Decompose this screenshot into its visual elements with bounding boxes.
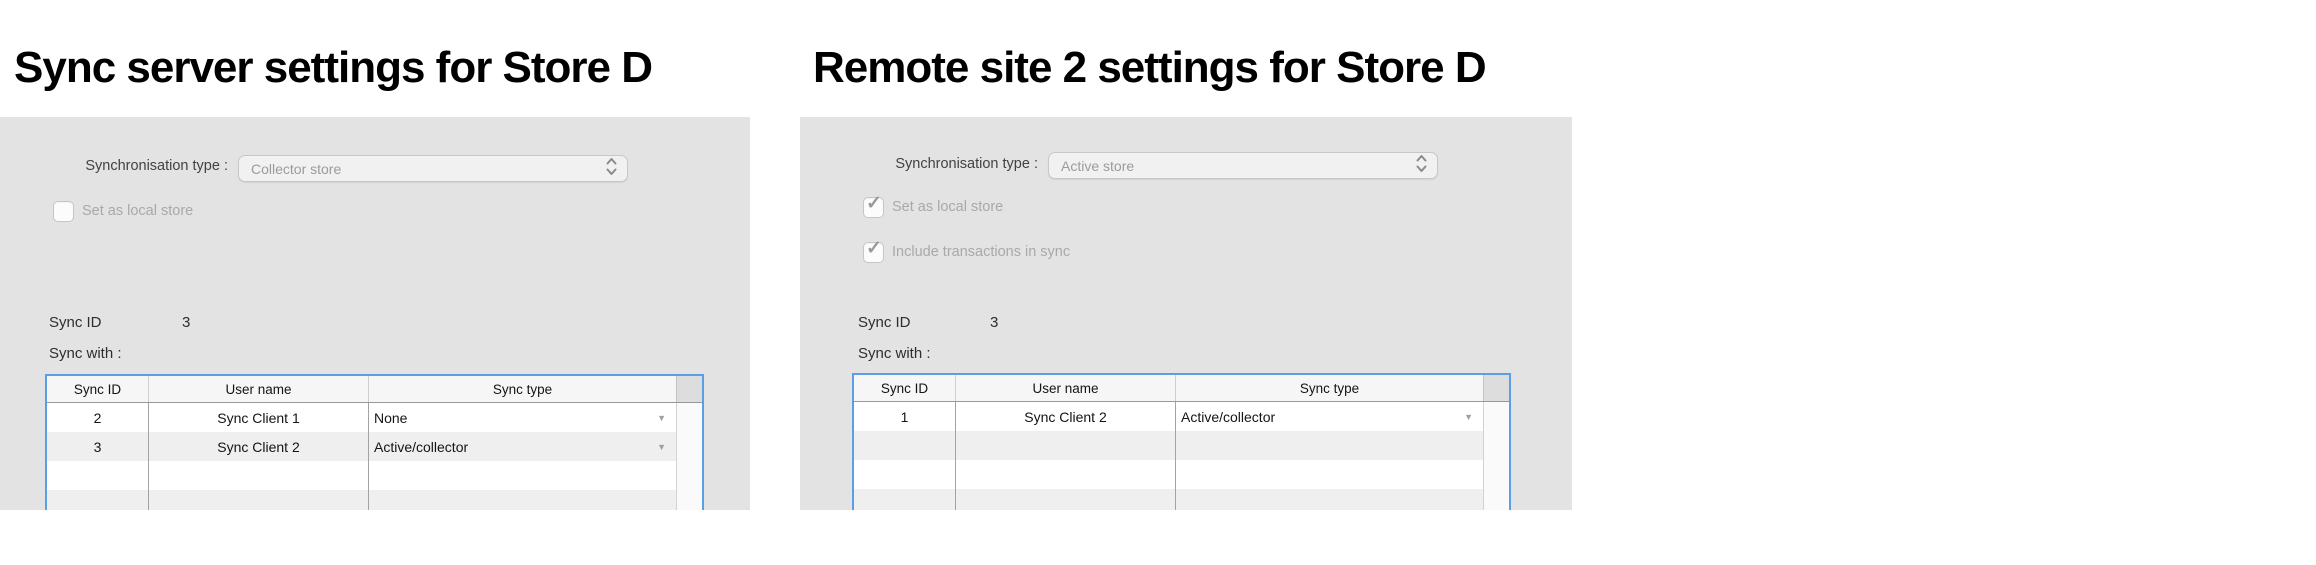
screenshot-canvas: Sync server settings for Store D Remote … [0,0,2316,565]
sync-with-table[interactable]: Sync ID User name Sync type 1 Sync Clien… [852,373,1511,510]
sync-type-label: Synchronisation type : [800,156,1038,172]
cell-user-name: Sync Client 2 [955,402,1175,431]
set-as-local-store-label: Set as local store [892,199,1003,215]
header-user-name: User name [955,375,1175,401]
cell-sync-type-dropdown[interactable]: Active/collector ▼ [1175,402,1483,431]
header-sync-id: Sync ID [854,375,955,401]
table-row-empty[interactable] [854,489,1483,510]
check-icon: ✓ [866,238,882,261]
include-transactions-label: Include transactions in sync [892,244,1070,260]
stepper-icon [1416,154,1427,178]
table-scrollbar[interactable] [676,403,702,510]
dropdown-arrow-icon: ▼ [1464,412,1473,422]
table-row-empty[interactable] [47,490,676,510]
stepper-icon [606,157,617,181]
sync-with-label: Sync with : [858,345,931,362]
dropdown-arrow-icon: ▼ [657,442,666,452]
cell-sync-id: 3 [47,432,148,461]
sync-id-label: Sync ID [49,314,102,331]
sync-with-label: Sync with : [49,345,122,362]
scrollbar-corner [676,376,702,402]
sync-id-value: 3 [990,314,998,331]
header-user-name: User name [148,376,368,402]
table-row[interactable]: 3 Sync Client 2 Active/collector ▼ [47,432,676,461]
cell-sync-id: 2 [47,403,148,432]
table-scrollbar[interactable] [1483,402,1509,510]
table-row[interactable]: 1 Sync Client 2 Active/collector ▼ [854,402,1483,431]
table-row-empty[interactable] [854,431,1483,460]
dropdown-arrow-icon: ▼ [657,413,666,423]
sync-type-selected-value: Active store [1061,158,1416,174]
cell-sync-type-value: Active/collector [374,439,468,455]
cell-sync-type-dropdown[interactable]: Active/collector ▼ [368,432,676,461]
cell-user-name: Sync Client 1 [148,403,368,432]
cell-user-name: Sync Client 2 [148,432,368,461]
header-sync-type: Sync type [1175,375,1483,401]
sync-type-selected-value: Collector store [251,161,606,177]
table-row-empty[interactable] [47,461,676,490]
scrollbar-corner [1483,375,1509,401]
sync-type-select[interactable]: Active store [1048,152,1438,179]
header-sync-type: Sync type [368,376,676,402]
left-panel-title: Sync server settings for Store D [14,43,652,93]
sync-server-settings-panel: Synchronisation type : Collector store S… [0,117,750,510]
include-transactions-checkbox[interactable]: ✓ [863,242,884,263]
sync-id-value: 3 [182,314,190,331]
right-panel-title: Remote site 2 settings for Store D [813,43,1486,93]
table-header-row: Sync ID User name Sync type [47,376,702,403]
set-as-local-store-checkbox[interactable]: ✓ [863,197,884,218]
table-row-empty[interactable] [854,460,1483,489]
sync-type-label: Synchronisation type : [0,158,228,174]
sync-type-select[interactable]: Collector store [238,155,628,182]
table-row[interactable]: 2 Sync Client 1 None ▼ [47,403,676,432]
cell-sync-type-value: None [374,410,407,426]
cell-sync-type-value: Active/collector [1181,409,1275,425]
sync-with-table[interactable]: Sync ID User name Sync type 2 Sync Clien… [45,374,704,510]
check-icon: ✓ [866,193,882,216]
header-sync-id: Sync ID [47,376,148,402]
sync-id-label: Sync ID [858,314,911,331]
table-header-row: Sync ID User name Sync type [854,375,1509,402]
cell-sync-id: 1 [854,402,955,431]
set-as-local-store-label: Set as local store [82,203,193,219]
remote-site-settings-panel: Synchronisation type : Active store ✓ Se… [800,117,1572,510]
cell-sync-type-dropdown[interactable]: None ▼ [368,403,676,432]
set-as-local-store-checkbox[interactable] [53,201,74,222]
